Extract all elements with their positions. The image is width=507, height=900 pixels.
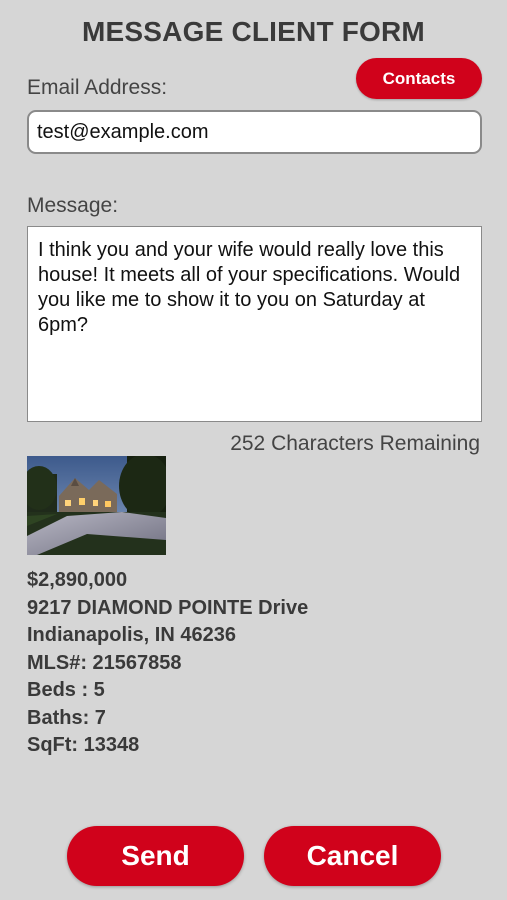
page-title: MESSAGE CLIENT FORM: [82, 16, 425, 47]
listing-mls: MLS#: 21567858: [27, 651, 182, 674]
listing-details: $2,890,000 9217 DIAMOND POINTE Drive Ind…: [27, 567, 308, 760]
characters-remaining: 252 Characters Remaining: [230, 432, 480, 455]
message-textarea[interactable]: I think you and your wife would really l…: [27, 226, 482, 422]
listing-city: Indianapolis, IN 46236: [27, 624, 236, 646]
listing-address: 9217 DIAMOND POINTE Drive: [27, 596, 309, 619]
listing-sqft: SqFt: 13348: [27, 734, 140, 756]
cancel-button[interactable]: Cancel: [264, 826, 441, 886]
listing-baths: Baths: 7: [27, 706, 106, 729]
contacts-button[interactable]: Contacts: [356, 58, 482, 99]
listing-beds: Beds : 5: [27, 679, 105, 701]
property-photo: [27, 456, 166, 555]
email-field[interactable]: [27, 110, 482, 154]
listing-price: $2,890,000: [27, 569, 128, 591]
email-label: Email Address:: [27, 76, 168, 99]
message-label: Message:: [27, 194, 119, 217]
send-button[interactable]: Send: [67, 826, 244, 886]
